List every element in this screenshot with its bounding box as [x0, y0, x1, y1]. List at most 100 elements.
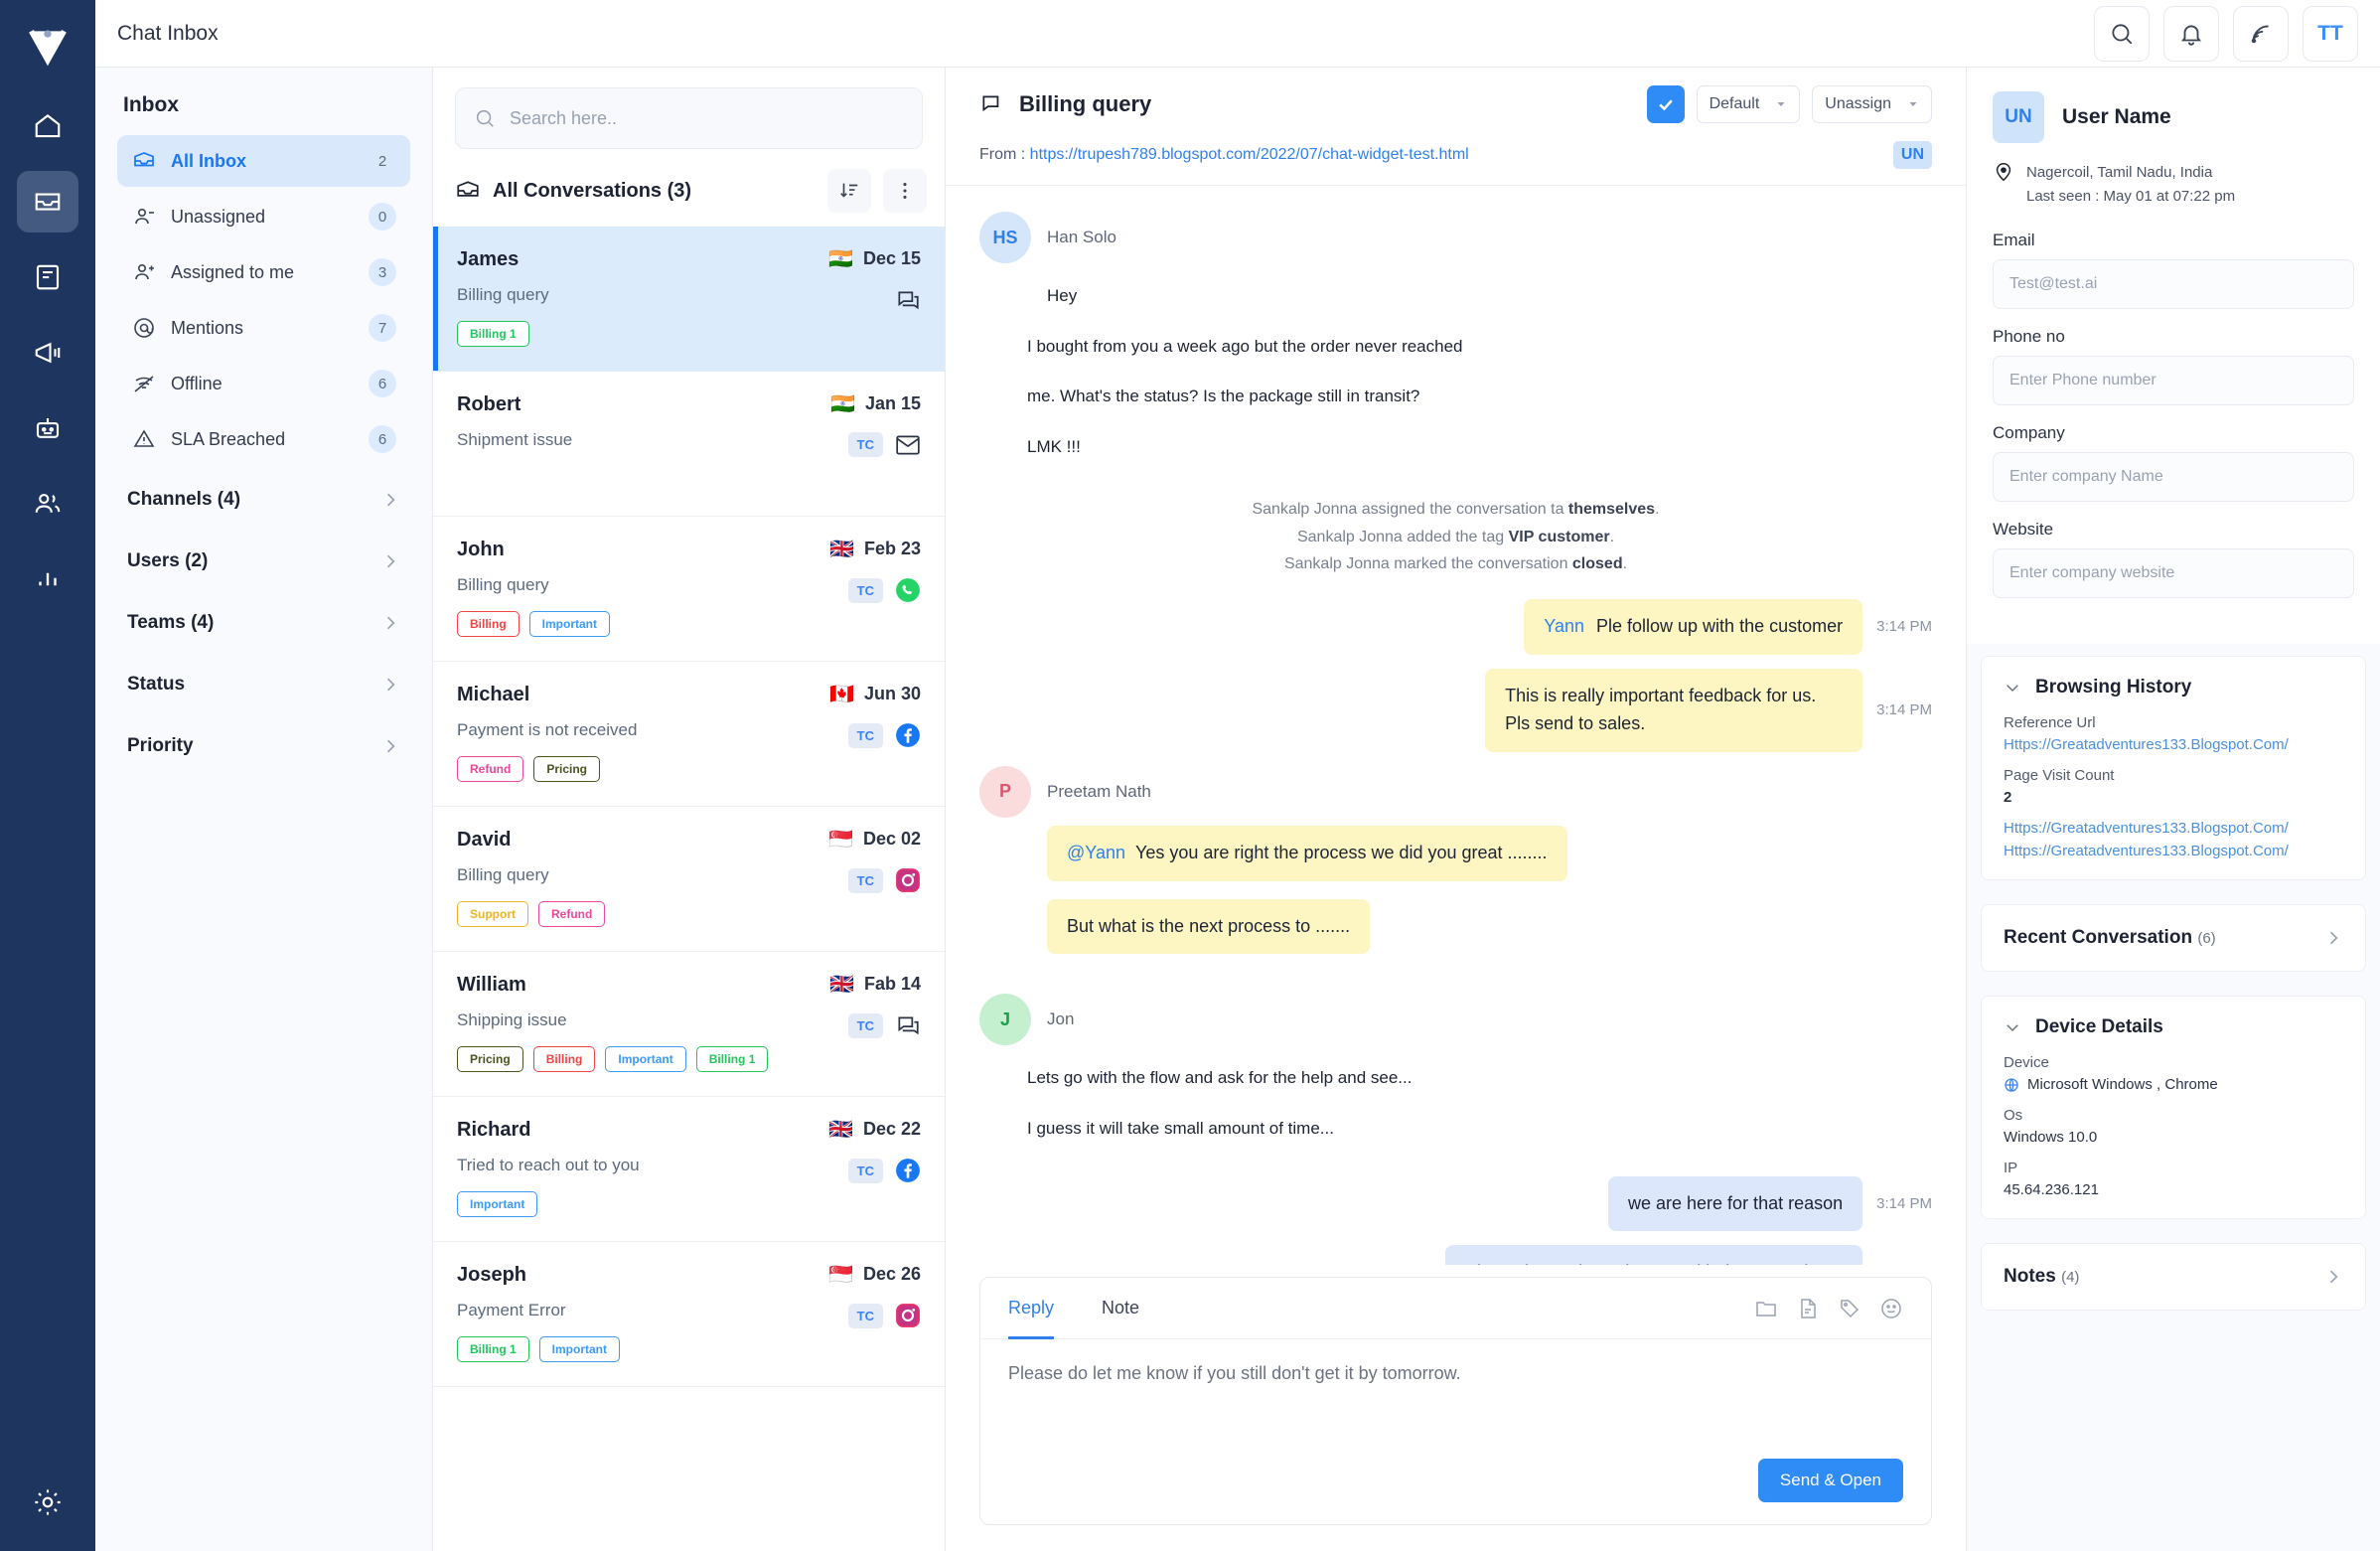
mention[interactable]: Yann — [1544, 616, 1584, 636]
rail-item-settings[interactable] — [32, 1486, 64, 1523]
mention[interactable]: @Yann — [1067, 843, 1125, 862]
company-field[interactable] — [1993, 452, 2354, 502]
conversation-item-robert[interactable]: Robert Shipment issue 🇮🇳 Jan 15 TC — [433, 372, 945, 517]
assign-select[interactable]: Unassign — [1812, 85, 1932, 123]
browsing-history-header[interactable]: Browsing History — [2004, 677, 2343, 698]
tag[interactable]: Support — [457, 901, 528, 927]
conversation-scroll[interactable]: James Billing query Billing 1 🇮🇳 Dec 15 — [433, 227, 945, 1551]
user-avatar[interactable]: TT — [2303, 5, 2358, 62]
phone-field[interactable] — [1993, 356, 2354, 405]
notifications-button[interactable] — [2163, 5, 2219, 62]
tag[interactable]: Pricing — [457, 1046, 523, 1072]
conversation-snippet: Billing query — [457, 865, 549, 884]
recent-conversation-section[interactable]: Recent Conversation (6) — [1981, 904, 2366, 972]
conversation-item-john[interactable]: John Billing query Billing Important 🇬🇧 … — [433, 517, 945, 662]
tab-note[interactable]: Note — [1102, 1278, 1139, 1338]
search-input[interactable] — [510, 107, 904, 129]
resolve-button[interactable] — [1646, 85, 1685, 123]
email-field[interactable] — [1993, 259, 2354, 309]
rail-item-analytics[interactable] — [17, 548, 78, 610]
conversation-name: Joseph — [457, 1264, 527, 1286]
tag-icon[interactable] — [1838, 1297, 1861, 1320]
sidebar-group-teams[interactable]: Teams (4) — [117, 592, 410, 654]
sidebar-group-users[interactable]: Users (2) — [117, 531, 410, 592]
visited-url-link[interactable]: Https://Greatadventures133.Blogspot.Com/ — [2004, 820, 2343, 837]
rail-item-campaigns[interactable] — [17, 322, 78, 384]
tag[interactable]: Billing 1 — [457, 321, 529, 347]
tag[interactable]: Billing 1 — [695, 1046, 769, 1072]
assignee-chip[interactable]: UN — [1892, 141, 1932, 169]
status-select[interactable]: Default — [1696, 85, 1801, 123]
conversation-item-david[interactable]: David Billing query Support Refund 🇸🇬 De… — [433, 807, 945, 952]
conversation-meta-row: TC — [847, 577, 921, 603]
search-box[interactable] — [455, 87, 923, 149]
system-event-prefix: Sankalp Jonna marked the conversation — [1283, 554, 1572, 572]
sidebar-group-label: Users (2) — [127, 550, 209, 571]
sidebar-item-assigned-to-me[interactable]: Assigned to me 3 — [117, 246, 410, 298]
message-sender-row: P Preetam Nath — [979, 765, 1932, 818]
sidebar-group-priority[interactable]: Priority — [117, 715, 410, 777]
message-list[interactable]: HS Han Solo Hey I bought from you a week… — [946, 186, 1966, 1265]
country-flag-icon: 🇮🇳 — [830, 392, 855, 415]
sidebar-item-unassigned[interactable]: Unassigned 0 — [117, 191, 410, 242]
conversation-date: Dec 22 — [862, 1119, 921, 1139]
tag[interactable]: Refund — [457, 756, 524, 782]
conversation-item-william[interactable]: William Shipping issue Pricing Billing I… — [433, 952, 945, 1097]
composer-text[interactable]: Please do let me know if you still don't… — [1008, 1363, 1903, 1384]
system-event-suffix: . — [1622, 554, 1628, 572]
visited-url-link[interactable]: Https://Greatadventures133.Blogspot.Com/ — [2004, 843, 2343, 859]
send-and-open-button[interactable]: Send & Open — [1757, 1459, 1903, 1502]
device-details-header[interactable]: Device Details — [2004, 1016, 2343, 1038]
contact-details-panel[interactable]: UN User Name Nagercoil, Tamil Nadu, Indi… — [1967, 68, 2380, 1551]
tag[interactable]: Billing — [457, 611, 520, 637]
chat-source-link[interactable]: https://trupesh789.blogspot.com/2022/07/… — [1030, 146, 1469, 163]
website-field[interactable] — [1993, 548, 2354, 598]
conversation-item-james[interactable]: James Billing query Billing 1 🇮🇳 Dec 15 — [433, 227, 945, 372]
rail-item-knowledge[interactable] — [17, 246, 78, 308]
rail-item-bots[interactable] — [17, 397, 78, 459]
conversation-date: Feb 23 — [863, 539, 921, 558]
sidebar-item-offline[interactable]: Offline 6 — [117, 358, 410, 409]
rail-item-inbox[interactable] — [17, 171, 78, 233]
sidebar-group-label: Channels (4) — [127, 489, 241, 510]
conversation-item-michael[interactable]: Michael Payment is not received Refund P… — [433, 662, 945, 807]
conversation-date-row: 🇬🇧 Feb 23 — [829, 539, 921, 559]
sort-button[interactable] — [827, 169, 871, 213]
emoji-icon[interactable] — [1879, 1297, 1903, 1320]
notes-section[interactable]: Notes (4) — [1981, 1243, 2366, 1311]
sidebar-item-label: All Inbox — [171, 150, 246, 171]
chevron-right-icon — [386, 678, 395, 692]
sidebar-item-sla-breached[interactable]: SLA Breached 6 — [117, 413, 410, 465]
broadcast-button[interactable] — [2233, 5, 2289, 62]
conversation-date-row: 🇬🇧 Fab 14 — [829, 974, 921, 995]
rail-item-home[interactable] — [17, 95, 78, 157]
composer-body[interactable]: Please do let me know if you still don't… — [980, 1339, 1931, 1451]
conversation-tags: Billing Important — [457, 611, 829, 637]
message-row-incoming: @Yann Yes you are right the process we d… — [1047, 825, 1932, 881]
conversation-item-richard[interactable]: Richard Tried to reach out to you Import… — [433, 1097, 945, 1242]
tab-reply[interactable]: Reply — [1008, 1278, 1055, 1339]
tag[interactable]: Pricing — [533, 756, 601, 782]
tag[interactable]: Refund — [538, 901, 606, 927]
file-icon[interactable] — [1796, 1297, 1820, 1320]
tag[interactable]: Important — [457, 1191, 538, 1217]
more-options-button[interactable] — [883, 169, 927, 213]
tag[interactable]: Important — [528, 611, 611, 637]
rail-item-contacts[interactable] — [17, 473, 78, 535]
chevron-down-icon — [2007, 1024, 2018, 1032]
search-button[interactable] — [2094, 5, 2150, 62]
conversation-date-row: 🇮🇳 Dec 15 — [828, 248, 921, 269]
sidebar-group-status[interactable]: Status — [117, 654, 410, 715]
tag[interactable]: Billing — [532, 1046, 596, 1072]
tag[interactable]: Important — [605, 1046, 686, 1072]
folder-icon[interactable] — [1754, 1297, 1778, 1320]
tag[interactable]: Billing 1 — [457, 1336, 529, 1362]
sidebar-item-mentions[interactable]: Mentions 7 — [117, 302, 410, 354]
tag[interactable]: Important — [538, 1336, 621, 1362]
reference-url-link[interactable]: Https://Greatadventures133.Blogspot.Com/ — [2004, 736, 2343, 753]
sidebar-item-all-inbox[interactable]: All Inbox 2 — [117, 135, 410, 187]
sidebar-group-channels[interactable]: Channels (4) — [117, 469, 410, 531]
conversation-date: Dec 26 — [862, 1264, 921, 1284]
home-icon — [35, 114, 61, 138]
conversation-item-joseph[interactable]: Joseph Payment Error Billing 1 Important… — [433, 1242, 945, 1387]
